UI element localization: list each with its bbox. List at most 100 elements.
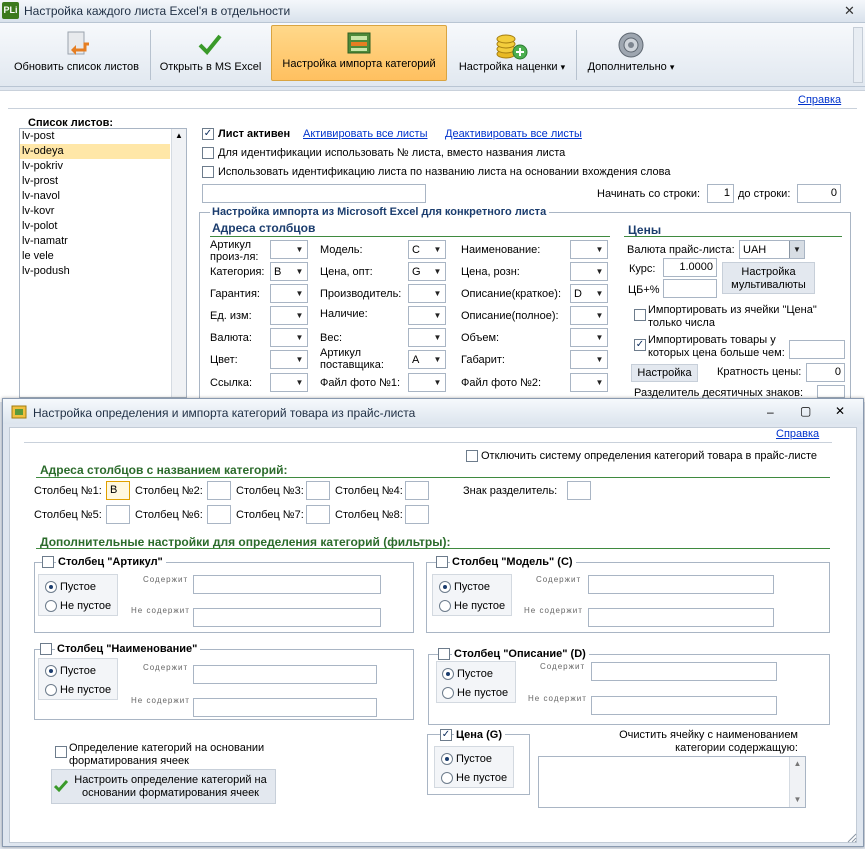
deactivate-all-link[interactable]: Деактивировать все листы: [445, 128, 582, 141]
cat-col2-input[interactable]: [207, 481, 231, 500]
scroll-down-icon[interactable]: ▼: [790, 793, 805, 807]
filter-desc-checkbox[interactable]: [438, 648, 450, 660]
resize-grip-icon[interactable]: [845, 831, 857, 843]
sheet-item[interactable]: le vele: [20, 249, 170, 264]
col-model-select[interactable]: C ▼: [408, 240, 446, 259]
filter-article-notempty-radio[interactable]: [45, 600, 57, 612]
filter-model-notcontains-input[interactable]: [588, 608, 774, 627]
cat-col3-input[interactable]: [306, 481, 330, 500]
cb-percent-input[interactable]: [663, 279, 717, 298]
filter-name-contains-input[interactable]: [193, 665, 377, 684]
filter-model-empty-radio[interactable]: [439, 581, 451, 593]
start-row-input[interactable]: 1: [707, 184, 734, 203]
filter-price-checkbox[interactable]: ✓: [440, 729, 452, 741]
filter-model-checkbox[interactable]: [436, 556, 448, 568]
filter-name-checkbox[interactable]: [40, 643, 52, 655]
sheet-item[interactable]: lv-navol: [20, 189, 170, 204]
decimal-separator-input[interactable]: [817, 385, 845, 398]
rate-input[interactable]: 1.0000: [663, 258, 717, 277]
col-currency-select[interactable]: ▼: [270, 328, 308, 347]
separator-input[interactable]: [567, 481, 591, 500]
sheet-item[interactable]: lv-polot: [20, 219, 170, 234]
sheet-list[interactable]: lv-post lv-odeya lv-pokriv lv-prost lv-navol…: [19, 128, 187, 398]
markup-settings-button[interactable]: Настройка наценки ▾: [450, 25, 574, 83]
ribbon-scroll[interactable]: [853, 27, 863, 83]
format-settings-button[interactable]: Настроить определение категорий на основа…: [51, 769, 276, 804]
format-based-checkbox[interactable]: [55, 746, 67, 758]
price-config-button[interactable]: Настройка: [631, 364, 698, 382]
filter-model-contains-input[interactable]: [588, 575, 774, 594]
sheet-item[interactable]: lv-kovr: [20, 204, 170, 219]
help-link[interactable]: Справка: [798, 94, 841, 107]
filter-desc-empty-radio[interactable]: [442, 668, 454, 680]
price-multiplicity-input[interactable]: 0: [806, 363, 845, 382]
dialog-close-icon[interactable]: ✕: [835, 405, 845, 418]
filter-desc-contains-input[interactable]: [591, 662, 777, 681]
col-price-retail-select[interactable]: ▼: [570, 262, 608, 281]
sheet-name-input[interactable]: [202, 184, 426, 203]
clear-cell-textarea[interactable]: ▲ ▼: [538, 756, 806, 808]
sheet-item[interactable]: lv-pokriv: [20, 159, 170, 174]
filter-model-notempty-radio[interactable]: [439, 600, 451, 612]
sheet-item[interactable]: lv-namatr: [20, 234, 170, 249]
minimize-icon[interactable]: –: [767, 406, 774, 419]
maximize-icon[interactable]: ▢: [800, 405, 811, 418]
filter-name-empty-radio[interactable]: [45, 665, 57, 677]
use-number-checkbox[interactable]: [202, 147, 214, 159]
multicurrency-button[interactable]: Настройка мультивалюты: [722, 262, 815, 294]
to-row-input[interactable]: 0: [797, 184, 841, 203]
sheet-active-checkbox[interactable]: ✓: [202, 128, 214, 140]
scroll-up-icon[interactable]: ▲: [172, 129, 186, 142]
sheet-list-scrollbar[interactable]: ▲: [171, 129, 186, 397]
only-numbers-checkbox[interactable]: [634, 309, 646, 321]
cat-col4-input[interactable]: [405, 481, 429, 500]
filter-article-notcontains-input[interactable]: [193, 608, 381, 627]
dialog-help-link[interactable]: Справка: [776, 428, 819, 441]
col-availability-select[interactable]: ▼: [408, 306, 446, 325]
col-name-select[interactable]: ▼: [570, 240, 608, 259]
col-link-select[interactable]: ▼: [270, 373, 308, 392]
activate-all-link[interactable]: Активировать все листы: [303, 128, 428, 141]
refresh-sheets-button[interactable]: Обновить список листов: [5, 25, 148, 83]
use-name-checkbox[interactable]: [202, 166, 214, 178]
col-category-select[interactable]: B ▼: [270, 262, 308, 281]
close-icon[interactable]: ✕: [844, 4, 855, 17]
cat-col8-input[interactable]: [405, 505, 429, 524]
cat-col7-input[interactable]: [306, 505, 330, 524]
filter-desc-notempty-radio[interactable]: [442, 687, 454, 699]
disable-system-checkbox[interactable]: [466, 450, 478, 462]
sheet-item[interactable]: lv-prost: [20, 174, 170, 189]
col-desc-short-select[interactable]: D ▼: [570, 284, 608, 303]
col-warranty-select[interactable]: ▼: [270, 284, 308, 303]
filter-article-contains-input[interactable]: [193, 575, 381, 594]
col-unit-select[interactable]: ▼: [270, 306, 308, 325]
filter-article-checkbox[interactable]: [42, 556, 54, 568]
filter-price-notempty-radio[interactable]: [441, 772, 453, 784]
col-volume-select[interactable]: ▼: [570, 328, 608, 347]
col-dimensions-select[interactable]: ▼: [570, 350, 608, 369]
cat-col6-input[interactable]: [207, 505, 231, 524]
sheet-item[interactable]: lv-podush: [20, 264, 170, 279]
filter-article-empty-radio[interactable]: [45, 581, 57, 593]
cat-col5-input[interactable]: [106, 505, 130, 524]
filter-desc-notcontains-input[interactable]: [591, 696, 777, 715]
col-manufacturer-select[interactable]: ▼: [408, 284, 446, 303]
price-greater-input[interactable]: [789, 340, 845, 359]
cat-col1-input[interactable]: B: [106, 481, 130, 500]
more-button[interactable]: Дополнительно ▾: [579, 25, 683, 83]
open-excel-button[interactable]: Открыть в MS Excel: [153, 25, 268, 83]
col-desc-full-select[interactable]: ▼: [570, 306, 608, 325]
currency-select[interactable]: UAH ▼: [739, 240, 805, 259]
col-supplier-article-select[interactable]: A ▼: [408, 350, 446, 369]
sheet-item[interactable]: lv-odeya: [20, 144, 170, 159]
col-weight-select[interactable]: ▼: [408, 328, 446, 347]
col-article-select[interactable]: ▼: [270, 240, 308, 259]
clear-cell-scrollbar[interactable]: ▲ ▼: [789, 757, 805, 807]
col-price-wholesale-select[interactable]: G ▼: [408, 262, 446, 281]
col-photo2-select[interactable]: ▼: [570, 373, 608, 392]
price-greater-checkbox[interactable]: ✓: [634, 339, 646, 351]
col-color-select[interactable]: ▼: [270, 350, 308, 369]
import-categories-button[interactable]: Настройка импорта категорий: [271, 25, 447, 81]
filter-name-notcontains-input[interactable]: [193, 698, 377, 717]
filter-name-notempty-radio[interactable]: [45, 684, 57, 696]
